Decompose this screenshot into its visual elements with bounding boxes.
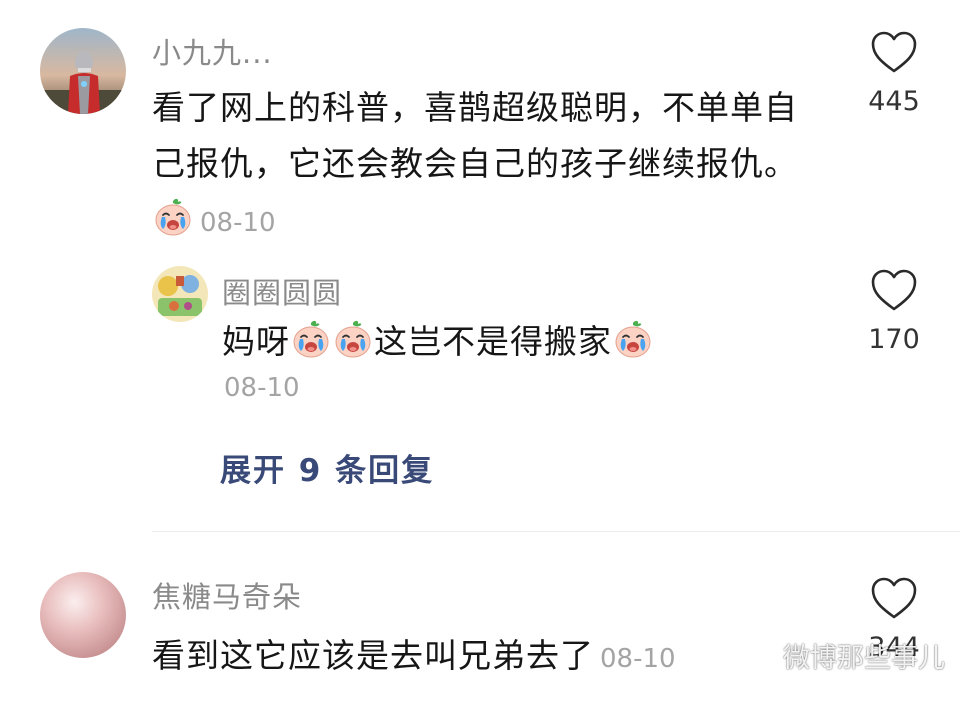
- heart-outline-icon: [870, 576, 918, 620]
- crying-face-icon: [613, 319, 653, 359]
- heart-outline-icon: [870, 30, 918, 74]
- crying-face-icon: [333, 319, 373, 359]
- like-count: 170: [868, 324, 920, 355]
- comment-item: 小九九... 看了网上的科普，喜鹊超级聪明，不单单自己报仇，它还会教会自己的孩子…: [0, 0, 960, 250]
- avatar-ultraman-icon: [40, 28, 126, 114]
- reply-text: 妈呀 这岂不是得搬家: [222, 314, 782, 370]
- comment-text: 看了网上的科普，喜鹊超级聪明，不单单自己报仇，它还会教会自己的孩子继续报仇。 08…: [152, 80, 812, 251]
- comment-date: 08-10: [200, 208, 276, 238]
- avatar-pink-sphere-icon: [40, 572, 126, 658]
- heart-outline-icon: [870, 268, 918, 312]
- username[interactable]: 小九九...: [152, 30, 273, 72]
- comment-text: 看到这它应该是去叫兄弟去了 08-10: [152, 628, 772, 687]
- reply-text-part: 妈呀: [222, 322, 290, 361]
- username[interactable]: 焦糖马奇朵: [152, 574, 302, 616]
- avatar[interactable]: [40, 28, 126, 114]
- crying-face-icon: [153, 197, 193, 237]
- reply-text-part: 这岂不是得搬家: [374, 322, 612, 361]
- avatar[interactable]: [152, 266, 208, 322]
- like-count: 445: [868, 86, 920, 117]
- avatar[interactable]: [40, 572, 126, 658]
- divider: [152, 531, 960, 532]
- comment-date: 08-10: [600, 644, 676, 674]
- comment-text-content: 看了网上的科普，喜鹊超级聪明，不单单自己报仇，它还会教会自己的孩子继续报仇。: [152, 88, 798, 183]
- watermark: 微博那些事儿: [735, 630, 945, 680]
- like-button[interactable]: 170: [854, 268, 934, 355]
- comment-text-content: 看到这它应该是去叫兄弟去了: [152, 636, 594, 675]
- crying-face-icon: [291, 319, 331, 359]
- expand-replies-button[interactable]: 展开 9 条回复: [220, 445, 434, 490]
- wechat-icon: [736, 638, 778, 671]
- reply-item: 圈圈圆圆 妈呀 这岂不是得搬家 08-10 170: [0, 250, 960, 430]
- watermark-text: 微博那些事儿: [783, 642, 945, 674]
- reply-date: 08-10: [224, 373, 300, 403]
- avatar-cartoon-icon: [152, 266, 208, 322]
- like-button[interactable]: 445: [854, 30, 934, 117]
- username[interactable]: 圈圈圆圆: [222, 270, 342, 312]
